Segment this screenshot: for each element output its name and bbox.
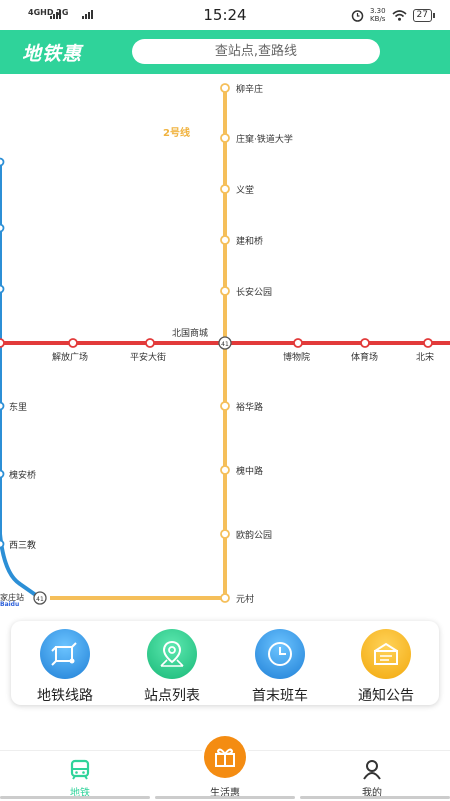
- app-logo: 地铁惠: [22, 43, 83, 65]
- station-marker: [360, 338, 370, 348]
- station-marker: [145, 338, 155, 348]
- station-label[interactable]: 槐中路: [236, 464, 263, 477]
- station-label[interactable]: 庄窠·铁道大学: [236, 132, 293, 145]
- station-label[interactable]: 东里: [9, 400, 27, 413]
- station-label[interactable]: 北宋: [416, 350, 434, 363]
- station-label[interactable]: 欧韵公园: [236, 528, 272, 541]
- menu-label: 站点列表: [144, 688, 200, 704]
- station-label[interactable]: 长安公园: [236, 285, 272, 298]
- tab-subway[interactable]: 地铁: [45, 759, 115, 799]
- station-marker: [220, 593, 230, 603]
- station-label[interactable]: 博物院: [283, 350, 310, 363]
- notice-icon: [361, 629, 411, 679]
- menu-item-station-list[interactable]: 站点列表: [127, 629, 217, 705]
- station-marker: [220, 184, 230, 194]
- status-bar: 4GHD 2G 15:24 3.30 KB/s 27: [0, 0, 450, 30]
- transfer-label: 41: [221, 341, 229, 348]
- baidu-logo: Baidu: [0, 601, 20, 608]
- blue-line: [0, 158, 42, 600]
- station-label[interactable]: 解放广场: [52, 350, 88, 363]
- speed-value: 3.30: [369, 7, 386, 15]
- menu-label: 通知公告: [358, 688, 414, 704]
- station-marker: [0, 284, 5, 294]
- station-marker: [220, 83, 230, 93]
- clock-icon: [255, 629, 305, 679]
- system-nav-bar: [155, 796, 295, 799]
- station-marker: [220, 133, 230, 143]
- station-marker: [0, 539, 5, 549]
- transfer-station-marker: 41: [218, 336, 232, 350]
- system-nav-bar: [300, 796, 450, 799]
- map-pin-icon: [147, 629, 197, 679]
- subway-map[interactable]: 41 41 2号线 柳辛庄 庄窠·铁道大学 义堂 建和桥 长安公园 北国商城 裕…: [0, 74, 450, 618]
- station-label[interactable]: 柳辛庄: [236, 82, 263, 95]
- station-label[interactable]: 建和桥: [236, 234, 263, 247]
- line-name-label: 2号线: [163, 128, 190, 139]
- search-input[interactable]: 查站点,查路线: [132, 39, 380, 64]
- transfer-label: 41: [36, 596, 44, 603]
- route-icon: [40, 629, 90, 679]
- menu-label: 地铁线路: [37, 688, 93, 704]
- menu-item-first-last-train[interactable]: 首末班车: [235, 629, 325, 705]
- station-marker: [0, 157, 5, 167]
- transfer-station-marker: 41: [33, 591, 47, 605]
- station-label[interactable]: 义堂: [236, 183, 254, 196]
- alarm-icon: [351, 9, 364, 22]
- subway-map-canvas[interactable]: 41 41: [0, 74, 450, 618]
- wifi-icon: [392, 9, 407, 21]
- station-marker: [220, 286, 230, 296]
- station-label[interactable]: 裕华路: [236, 400, 263, 413]
- station-marker: [220, 401, 230, 411]
- menu-label: 首末班车: [252, 688, 308, 704]
- tab-mine[interactable]: 我的: [337, 759, 407, 799]
- station-marker: [293, 338, 303, 348]
- battery-indicator: 27: [412, 8, 436, 22]
- speed-unit: KB/s: [370, 15, 386, 23]
- station-label[interactable]: 元村: [236, 592, 254, 605]
- station-marker: [0, 401, 5, 411]
- station-marker: [220, 529, 230, 539]
- gift-icon: [215, 748, 235, 767]
- station-marker: [220, 465, 230, 475]
- menu-item-notices[interactable]: 通知公告: [341, 629, 431, 705]
- user-icon: [363, 760, 381, 780]
- station-marker: [0, 223, 5, 233]
- subway-icon: [70, 759, 90, 780]
- system-nav-bar: [0, 796, 150, 799]
- station-label[interactable]: 西三教: [9, 538, 36, 551]
- app-header: 地铁惠 查站点,查路线: [0, 30, 450, 74]
- station-label[interactable]: 体育场: [351, 350, 378, 363]
- function-menu: 地铁线路 站点列表 首末班车 通知公告: [11, 621, 439, 705]
- station-marker: [220, 235, 230, 245]
- station-label[interactable]: 平安大街: [130, 350, 166, 363]
- station-label[interactable]: 北国商城: [172, 326, 208, 339]
- station-marker: [0, 469, 5, 479]
- station-label[interactable]: 槐安桥: [9, 468, 36, 481]
- station-marker: [423, 338, 433, 348]
- station-marker: [0, 338, 5, 348]
- tab-life-button[interactable]: [204, 736, 246, 778]
- menu-item-subway-lines[interactable]: 地铁线路: [20, 629, 110, 705]
- station-marker: [68, 338, 78, 348]
